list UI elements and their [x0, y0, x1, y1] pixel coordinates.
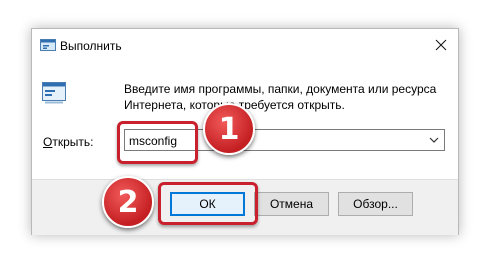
close-button[interactable]: [424, 29, 458, 62]
window-title: Выполнить: [60, 39, 122, 53]
open-label-mnemonic: О: [43, 135, 53, 149]
dialog-description: Введите имя программы, папки, документа …: [124, 82, 437, 112]
run-icon: [42, 82, 66, 104]
highlight-ok-button: [158, 182, 258, 225]
title-bar: Выполнить: [32, 29, 458, 62]
run-icon: [40, 39, 56, 53]
browse-button[interactable]: Обзор...: [338, 192, 413, 216]
step-badge-2: 2: [102, 176, 154, 228]
cancel-button[interactable]: Отмена: [254, 192, 329, 216]
close-icon: [435, 39, 447, 51]
open-label-text: ткрыть:: [52, 135, 94, 149]
step-badge-1: 1: [203, 103, 255, 155]
chevron-down-icon[interactable]: [429, 137, 439, 143]
open-label: Открыть:: [43, 135, 93, 149]
highlight-command-input: [117, 121, 198, 164]
